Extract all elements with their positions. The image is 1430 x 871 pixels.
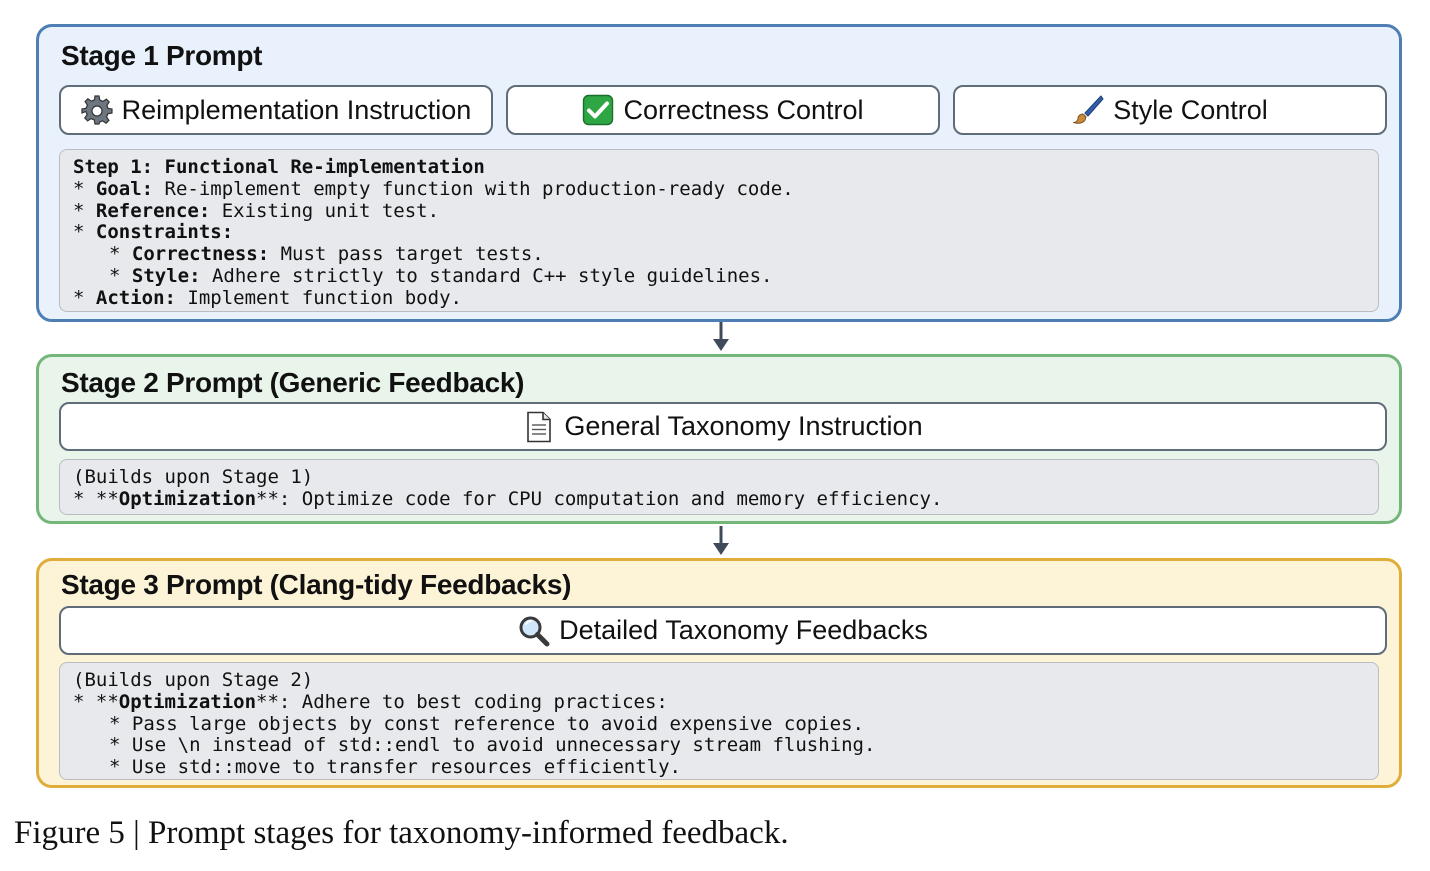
figure-caption: Figure 5 | Prompt stages for taxonomy-in…	[14, 815, 789, 851]
goal-key: Goal:	[95, 177, 154, 200]
general-taxonomy-instruction-pill: General Taxonomy Instruction	[59, 402, 1387, 451]
optimization-line: * **Optimization**: Adhere to best codin…	[73, 690, 1365, 714]
reimplementation-instruction-label: Reimplementation Instruction	[121, 94, 472, 125]
correctness-control-label: Correctness Control	[623, 94, 864, 125]
style-line: * Style: Adhere strictly to standard C++…	[109, 264, 773, 287]
style-key: Style:	[131, 264, 201, 287]
practice-item-text: Use \n instead of std::endl to avoid unn…	[131, 734, 876, 757]
optimization-key: Optimization	[118, 690, 257, 713]
reimplementation-instruction-pill: Reimplementation Instruction	[59, 85, 493, 135]
builds-upon-line: (Builds upon Stage 2)	[73, 669, 314, 691]
practice-item: * Pass large objects by const reference …	[109, 712, 864, 735]
arrow-down-icon	[713, 322, 729, 351]
style-control-pill: Style Control	[953, 85, 1387, 135]
style-control-label: Style Control	[1113, 94, 1268, 125]
optimization-prefix: * **	[73, 690, 119, 713]
stage-2-code-block: (Builds upon Stage 1) * **Optimization**:…	[59, 459, 1379, 515]
arrow-down-icon	[713, 526, 729, 555]
stage-1-panel: Stage 1 Prompt Reimplementation Instruct…	[36, 24, 1402, 322]
correctness-control-pill: Correctness Control	[506, 85, 940, 135]
correctness-line: * Correctness: Must pass target tests.	[109, 243, 544, 266]
optimization-value: **: Optimize code for CPU computation an…	[256, 487, 943, 510]
magnifier-icon	[518, 615, 550, 647]
stage-2-panel: Stage 2 Prompt (Generic Feedback) Genera…	[36, 354, 1402, 524]
reference-key: Reference:	[95, 199, 211, 222]
step-heading: Step 1: Functional Re-implementation	[73, 156, 485, 178]
stage-1-title: Stage 1 Prompt	[61, 40, 263, 71]
detailed-taxonomy-feedbacks-pill: Detailed Taxonomy Feedbacks	[59, 606, 1387, 655]
stage-1-code-block: Step 1: Functional Re-implementation * Go…	[59, 149, 1379, 312]
correctness-key: Correctness:	[131, 243, 270, 266]
stage-3-panel: Stage 3 Prompt (Clang-tidy Feedbacks) De…	[36, 558, 1402, 788]
gear-icon	[81, 94, 113, 126]
document-icon	[523, 411, 555, 443]
constraints-line: * Constraints:	[73, 221, 234, 244]
check-mark-icon	[582, 94, 614, 126]
paintbrush-icon	[1072, 94, 1104, 126]
reference-value: Existing unit test.	[210, 199, 440, 222]
general-taxonomy-instruction-label: General Taxonomy Instruction	[564, 411, 923, 441]
practice-item-text: Pass large objects by const reference to…	[131, 712, 864, 735]
practice-item-text: Use std::move to transfer resources effi…	[131, 756, 681, 779]
reference-line: * Reference: Existing unit test.	[73, 199, 440, 222]
stage-3-code-block: (Builds upon Stage 2) * **Optimization**:…	[59, 662, 1379, 780]
optimization-line: * **Optimization**: Optimize code for CP…	[73, 487, 1365, 511]
goal-value: Re-implement empty function with product…	[153, 177, 794, 200]
style-value: Adhere strictly to standard C++ style gu…	[200, 264, 773, 287]
builds-upon-line: (Builds upon Stage 1)	[73, 466, 314, 488]
action-line: * Action: Implement function body.	[73, 286, 462, 309]
goal-line: * Goal: Re-implement empty function with…	[73, 177, 794, 200]
detailed-taxonomy-feedbacks-label: Detailed Taxonomy Feedbacks	[559, 615, 928, 645]
optimization-key: Optimization	[118, 487, 257, 510]
practice-item: * Use \n instead of std::endl to avoid u…	[109, 734, 876, 757]
optimization-prefix: * **	[73, 487, 119, 510]
action-value: Implement function body.	[175, 286, 462, 309]
stage-3-title: Stage 3 Prompt (Clang-tidy Feedbacks)	[61, 569, 572, 600]
action-key: Action:	[95, 286, 176, 309]
constraints-key: Constraints:	[95, 221, 234, 244]
stage-2-title: Stage 2 Prompt (Generic Feedback)	[61, 367, 525, 398]
practice-item: * Use std::move to transfer resources ef…	[109, 756, 681, 779]
optimization-value: **: Adhere to best coding practices:	[256, 690, 668, 713]
correctness-value: Must pass target tests.	[269, 243, 544, 266]
